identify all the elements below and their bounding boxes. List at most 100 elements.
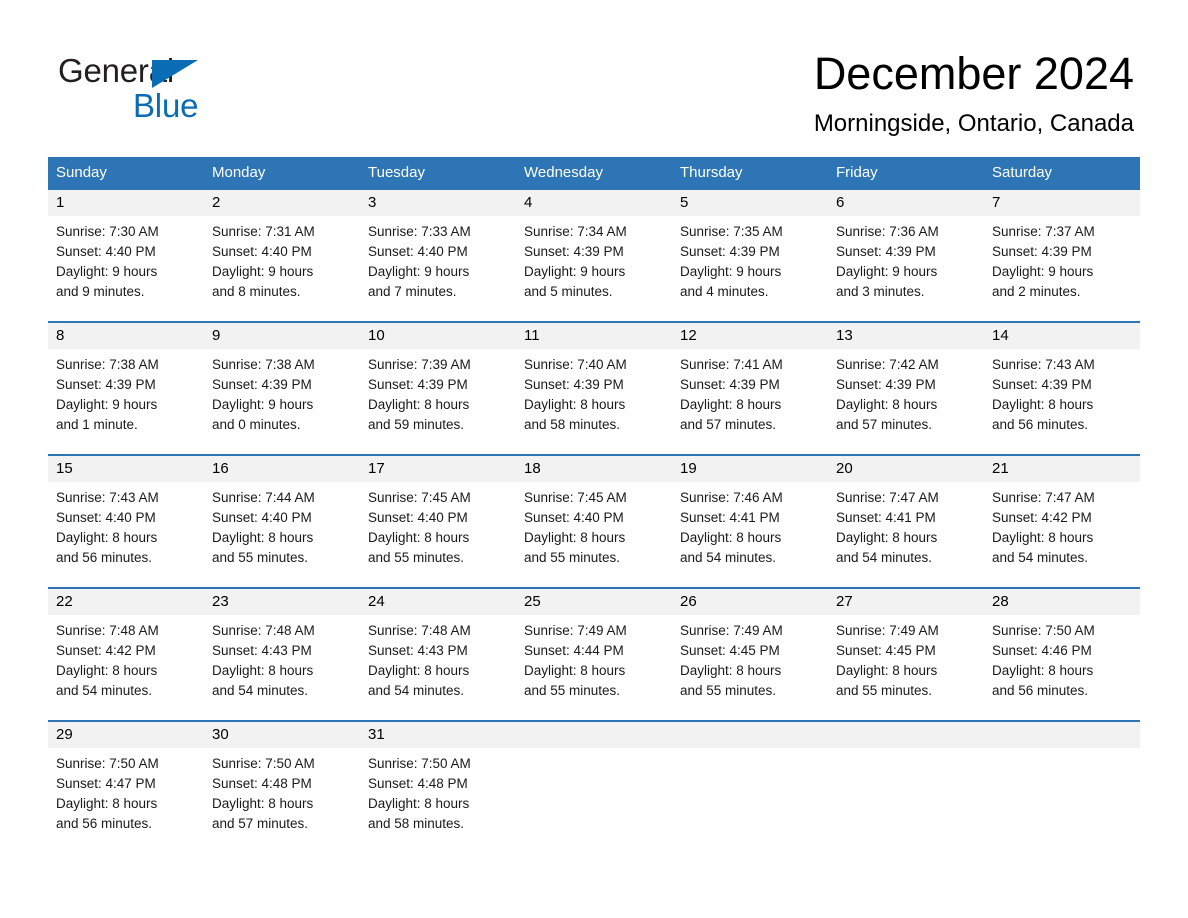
day-cell-empty (672, 722, 828, 853)
weekday-header-thursday: Thursday (680, 164, 743, 181)
week-row: 1 Sunrise: 7:30 AM Sunset: 4:40 PM Dayli… (48, 188, 1140, 321)
sunrise-text: Sunrise: 7:49 AM (836, 623, 939, 638)
day-cell[interactable]: 27 Sunrise: 7:49 AM Sunset: 4:45 PM Dayl… (828, 589, 984, 720)
sunrise-text: Sunrise: 7:42 AM (836, 357, 939, 372)
day-number-band: 4 (516, 190, 672, 216)
sunrise-text: Sunrise: 7:39 AM (368, 357, 471, 372)
day-cell[interactable]: 6 Sunrise: 7:36 AM Sunset: 4:39 PM Dayli… (828, 190, 984, 321)
day-cell[interactable]: 2 Sunrise: 7:31 AM Sunset: 4:40 PM Dayli… (204, 190, 360, 321)
day-details: Sunrise: 7:43 AM Sunset: 4:40 PM Dayligh… (48, 482, 204, 568)
day-cell[interactable]: 20 Sunrise: 7:47 AM Sunset: 4:41 PM Dayl… (828, 456, 984, 587)
sunset-text: Sunset: 4:39 PM (368, 377, 468, 392)
sunset-text: Sunset: 4:40 PM (212, 510, 312, 525)
day-cell[interactable]: 29 Sunrise: 7:50 AM Sunset: 4:47 PM Dayl… (48, 722, 204, 853)
day-cell[interactable]: 25 Sunrise: 7:49 AM Sunset: 4:44 PM Dayl… (516, 589, 672, 720)
sunrise-text: Sunrise: 7:30 AM (56, 224, 159, 239)
daylight-text-line2: and 57 minutes. (836, 417, 933, 432)
daylight-text-line1: Daylight: 8 hours (212, 663, 314, 678)
daylight-text-line1: Daylight: 8 hours (212, 796, 314, 811)
day-cell[interactable]: 10 Sunrise: 7:39 AM Sunset: 4:39 PM Dayl… (360, 323, 516, 454)
daylight-text-line2: and 0 minutes. (212, 417, 301, 432)
day-cell[interactable]: 15 Sunrise: 7:43 AM Sunset: 4:40 PM Dayl… (48, 456, 204, 587)
day-number-band (672, 722, 828, 748)
daylight-text-line1: Daylight: 8 hours (836, 530, 938, 545)
day-number: 10 (368, 327, 385, 344)
day-cell[interactable]: 13 Sunrise: 7:42 AM Sunset: 4:39 PM Dayl… (828, 323, 984, 454)
day-cell[interactable]: 21 Sunrise: 7:47 AM Sunset: 4:42 PM Dayl… (984, 456, 1140, 587)
day-cell[interactable]: 17 Sunrise: 7:45 AM Sunset: 4:40 PM Dayl… (360, 456, 516, 587)
day-number-band: 18 (516, 456, 672, 482)
weekday-header-monday: Monday (212, 164, 266, 181)
day-cell[interactable]: 19 Sunrise: 7:46 AM Sunset: 4:41 PM Dayl… (672, 456, 828, 587)
sunset-text: Sunset: 4:40 PM (368, 244, 468, 259)
day-cell[interactable]: 22 Sunrise: 7:48 AM Sunset: 4:42 PM Dayl… (48, 589, 204, 720)
day-cell[interactable]: 1 Sunrise: 7:30 AM Sunset: 4:40 PM Dayli… (48, 190, 204, 321)
day-number: 31 (368, 726, 385, 743)
day-cell[interactable]: 28 Sunrise: 7:50 AM Sunset: 4:46 PM Dayl… (984, 589, 1140, 720)
daylight-text-line1: Daylight: 8 hours (836, 397, 938, 412)
daylight-text-line1: Daylight: 9 hours (212, 397, 314, 412)
day-cell[interactable]: 31 Sunrise: 7:50 AM Sunset: 4:48 PM Dayl… (360, 722, 516, 853)
day-cell[interactable]: 9 Sunrise: 7:38 AM Sunset: 4:39 PM Dayli… (204, 323, 360, 454)
day-number-band: 12 (672, 323, 828, 349)
day-number-band: 9 (204, 323, 360, 349)
sunrise-text: Sunrise: 7:33 AM (368, 224, 471, 239)
day-number: 11 (524, 327, 540, 344)
day-cell[interactable]: 30 Sunrise: 7:50 AM Sunset: 4:48 PM Dayl… (204, 722, 360, 853)
daylight-text-line1: Daylight: 8 hours (56, 663, 158, 678)
day-details: Sunrise: 7:38 AM Sunset: 4:39 PM Dayligh… (204, 349, 360, 435)
day-details: Sunrise: 7:40 AM Sunset: 4:39 PM Dayligh… (516, 349, 672, 435)
day-number-band (984, 722, 1140, 748)
daylight-text-line2: and 4 minutes. (680, 284, 769, 299)
sunset-text: Sunset: 4:40 PM (56, 510, 156, 525)
day-number: 8 (56, 327, 65, 344)
day-cell[interactable]: 5 Sunrise: 7:35 AM Sunset: 4:39 PM Dayli… (672, 190, 828, 321)
day-cell[interactable]: 7 Sunrise: 7:37 AM Sunset: 4:39 PM Dayli… (984, 190, 1140, 321)
day-cell[interactable]: 18 Sunrise: 7:45 AM Sunset: 4:40 PM Dayl… (516, 456, 672, 587)
weekday-header-row: Sunday Monday Tuesday Wednesday Thursday… (48, 157, 1140, 188)
day-cell[interactable]: 11 Sunrise: 7:40 AM Sunset: 4:39 PM Dayl… (516, 323, 672, 454)
sunset-text: Sunset: 4:39 PM (992, 244, 1092, 259)
day-details: Sunrise: 7:48 AM Sunset: 4:43 PM Dayligh… (204, 615, 360, 701)
day-number-band: 28 (984, 589, 1140, 615)
sunrise-text: Sunrise: 7:50 AM (368, 756, 471, 771)
day-details: Sunrise: 7:35 AM Sunset: 4:39 PM Dayligh… (672, 216, 828, 302)
daylight-text-line2: and 8 minutes. (212, 284, 301, 299)
daylight-text-line2: and 54 minutes. (56, 683, 153, 698)
day-cell[interactable]: 12 Sunrise: 7:41 AM Sunset: 4:39 PM Dayl… (672, 323, 828, 454)
daylight-text-line2: and 56 minutes. (992, 417, 1089, 432)
day-number: 26 (680, 593, 697, 610)
day-number: 14 (992, 327, 1009, 344)
generalblue-logo[interactable]: General Blue (58, 52, 318, 124)
day-cell[interactable]: 4 Sunrise: 7:34 AM Sunset: 4:39 PM Dayli… (516, 190, 672, 321)
daylight-text-line1: Daylight: 8 hours (992, 397, 1094, 412)
weekday-header-saturday: Saturday (992, 164, 1053, 181)
sunset-text: Sunset: 4:39 PM (56, 377, 156, 392)
weekday-header-sunday: Sunday (56, 164, 107, 181)
day-cell[interactable]: 3 Sunrise: 7:33 AM Sunset: 4:40 PM Dayli… (360, 190, 516, 321)
day-number-band: 5 (672, 190, 828, 216)
day-cell[interactable]: 14 Sunrise: 7:43 AM Sunset: 4:39 PM Dayl… (984, 323, 1140, 454)
day-cell[interactable]: 8 Sunrise: 7:38 AM Sunset: 4:39 PM Dayli… (48, 323, 204, 454)
sunrise-text: Sunrise: 7:31 AM (212, 224, 315, 239)
sunset-text: Sunset: 4:39 PM (836, 244, 936, 259)
day-number-band: 14 (984, 323, 1140, 349)
day-details: Sunrise: 7:45 AM Sunset: 4:40 PM Dayligh… (360, 482, 516, 568)
daylight-text-line1: Daylight: 9 hours (212, 264, 314, 279)
day-number-band: 27 (828, 589, 984, 615)
weekday-header-friday: Friday (836, 164, 878, 181)
sunrise-text: Sunrise: 7:48 AM (56, 623, 159, 638)
daylight-text-line1: Daylight: 9 hours (992, 264, 1094, 279)
day-details: Sunrise: 7:50 AM Sunset: 4:47 PM Dayligh… (48, 748, 204, 834)
daylight-text-line2: and 55 minutes. (680, 683, 777, 698)
day-cell[interactable]: 23 Sunrise: 7:48 AM Sunset: 4:43 PM Dayl… (204, 589, 360, 720)
day-cell[interactable]: 16 Sunrise: 7:44 AM Sunset: 4:40 PM Dayl… (204, 456, 360, 587)
day-details: Sunrise: 7:49 AM Sunset: 4:45 PM Dayligh… (672, 615, 828, 701)
day-number-band (828, 722, 984, 748)
day-cell[interactable]: 24 Sunrise: 7:48 AM Sunset: 4:43 PM Dayl… (360, 589, 516, 720)
day-number-band: 13 (828, 323, 984, 349)
day-cell[interactable]: 26 Sunrise: 7:49 AM Sunset: 4:45 PM Dayl… (672, 589, 828, 720)
sunrise-text: Sunrise: 7:38 AM (56, 357, 159, 372)
sunset-text: Sunset: 4:40 PM (524, 510, 624, 525)
day-number: 28 (992, 593, 1009, 610)
